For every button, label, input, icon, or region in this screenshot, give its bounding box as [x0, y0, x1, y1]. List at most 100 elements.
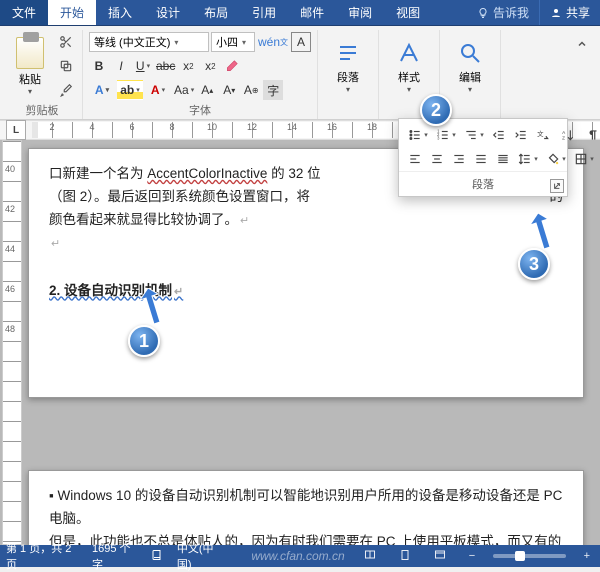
numbering-button[interactable]: 123▾	[433, 125, 459, 145]
vruler-tick: 46	[5, 284, 15, 294]
paragraph-label: 段落	[337, 69, 359, 85]
styles-button[interactable]: 样式 ▾	[385, 35, 433, 98]
increase-indent-button[interactable]	[511, 125, 531, 145]
format-painter-button[interactable]	[56, 80, 76, 100]
underlined-term: AccentColorInactive	[147, 166, 267, 181]
tab-design[interactable]: 设计	[144, 0, 192, 25]
font-name-value: 等线 (中文正文)	[94, 34, 170, 50]
superscript-button[interactable]: x2	[200, 56, 220, 76]
align-distributed-button[interactable]	[493, 149, 513, 169]
styles-label: 样式	[398, 69, 420, 85]
tab-home[interactable]: 开始	[48, 0, 96, 25]
zoom-out-button[interactable]: −	[465, 550, 479, 562]
highlight-button[interactable]: ab▾	[117, 80, 143, 100]
strikethrough-button[interactable]: abc	[155, 56, 176, 76]
paragraph-dialog-launcher[interactable]	[550, 179, 564, 193]
zoom-slider[interactable]	[493, 554, 565, 558]
zoom-in-button[interactable]: +	[580, 550, 594, 562]
underline-button[interactable]: U▾	[133, 56, 153, 76]
paragraph-button[interactable]: 段落 ▾	[324, 35, 372, 98]
status-language[interactable]: 中文(中国)	[177, 540, 223, 572]
vertical-ruler[interactable]: 40 42 44 46 48	[2, 140, 22, 545]
page-2[interactable]: ▪ Windows 10 的设备自动识别机制可以智能地识别用户所用的设备是移动设…	[28, 470, 584, 545]
view-web-layout[interactable]	[429, 549, 451, 564]
view-read-mode[interactable]	[359, 549, 381, 564]
status-proofing-icon[interactable]	[151, 549, 163, 564]
multilevel-list-button[interactable]: ▾	[461, 125, 487, 145]
italic-button[interactable]: I	[111, 56, 131, 76]
show-marks-button[interactable]	[583, 125, 600, 145]
editing-label: 编辑	[459, 69, 481, 85]
shrink-font-button[interactable]: A▾	[219, 80, 239, 100]
ltr-button[interactable]: 文	[533, 125, 553, 145]
tell-me[interactable]: 告诉我	[467, 0, 539, 25]
decrease-indent-button[interactable]	[489, 125, 509, 145]
tab-view[interactable]: 视图	[384, 0, 432, 25]
line-spacing-button[interactable]: ▾	[515, 149, 541, 169]
phonetic-guide-button[interactable]: wén文	[257, 32, 289, 52]
ruler-tick: 10	[192, 122, 232, 132]
character-shading-button[interactable]: 字	[263, 80, 283, 100]
tab-layout[interactable]: 布局	[192, 0, 240, 25]
pilcrow-icon: ↵	[174, 286, 183, 298]
tab-review[interactable]: 审阅	[336, 0, 384, 25]
character-border-button[interactable]: A	[291, 32, 311, 52]
enclose-characters-button[interactable]: A⊕	[241, 80, 261, 100]
read-icon	[363, 549, 377, 561]
paste-button[interactable]: 粘贴 ▾	[8, 33, 52, 100]
share-button[interactable]: 共享	[539, 0, 600, 25]
cut-button[interactable]	[56, 32, 76, 52]
ruler-tick: 18	[352, 122, 392, 132]
bucket-icon	[546, 152, 560, 166]
tab-file[interactable]: 文件	[0, 0, 48, 25]
collapse-ribbon-button[interactable]	[572, 34, 592, 54]
font-name-combo[interactable]: 等线 (中文正文) ▾	[89, 32, 209, 52]
chevron-down-icon: ▾	[174, 38, 178, 47]
scissors-icon	[59, 35, 73, 49]
tab-mail[interactable]: 邮件	[288, 0, 336, 25]
annotation-arrow-1	[140, 288, 170, 328]
line-spacing-icon	[518, 152, 532, 166]
subscript-button[interactable]: x2	[178, 56, 198, 76]
copy-button[interactable]	[56, 56, 76, 76]
page2-para-1: ▪ Windows 10 的设备自动识别机制可以智能地识别用户所用的设备是移动设…	[49, 485, 563, 531]
bullets-button[interactable]: ▾	[405, 125, 431, 145]
font-color-button[interactable]: A▾	[145, 80, 171, 100]
ruler-tick: 2	[32, 122, 72, 132]
svg-text:A: A	[562, 130, 566, 135]
status-words[interactable]: 1695 个字	[92, 540, 137, 572]
dialog-launcher-icon	[553, 182, 561, 190]
chevron-down-icon: ▾	[468, 85, 472, 94]
ruler-tick: 12	[232, 122, 272, 132]
sort-icon: AZ	[561, 128, 575, 142]
svg-text:3: 3	[437, 136, 440, 141]
change-case-button[interactable]: Aa▾	[173, 80, 195, 100]
lightbulb-icon	[477, 7, 489, 19]
tab-insert[interactable]: 插入	[96, 0, 144, 25]
align-right-button[interactable]	[449, 149, 469, 169]
group-font-label: 字体	[189, 100, 211, 120]
bold-button[interactable]: B	[89, 56, 109, 76]
borders-button[interactable]: ▾	[571, 149, 597, 169]
status-page[interactable]: 第 1 页，共 2 页	[6, 540, 78, 572]
web-icon	[433, 549, 447, 561]
text-effects-button[interactable]: A▾	[89, 80, 115, 100]
align-left-button[interactable]	[405, 149, 425, 169]
ruler-tick: 16	[312, 122, 352, 132]
grow-font-button[interactable]: A▴	[197, 80, 217, 100]
callout-1: 1	[128, 325, 160, 357]
align-justify-button[interactable]	[471, 149, 491, 169]
align-center-icon	[430, 152, 444, 166]
tab-stop-selector[interactable]: L	[6, 120, 26, 140]
align-center-button[interactable]	[427, 149, 447, 169]
tab-references[interactable]: 引用	[240, 0, 288, 25]
clear-formatting-button[interactable]	[222, 56, 242, 76]
sort-button[interactable]: AZ	[555, 125, 581, 145]
editing-button[interactable]: 编辑 ▾	[446, 35, 494, 98]
chevron-down-icon: ▾	[242, 38, 246, 47]
font-size-combo[interactable]: 小四 ▾	[211, 32, 255, 52]
multilevel-icon	[464, 128, 478, 142]
view-print-layout[interactable]	[395, 549, 415, 564]
tell-me-label: 告诉我	[493, 4, 529, 21]
shading-button[interactable]: ▾	[543, 149, 569, 169]
